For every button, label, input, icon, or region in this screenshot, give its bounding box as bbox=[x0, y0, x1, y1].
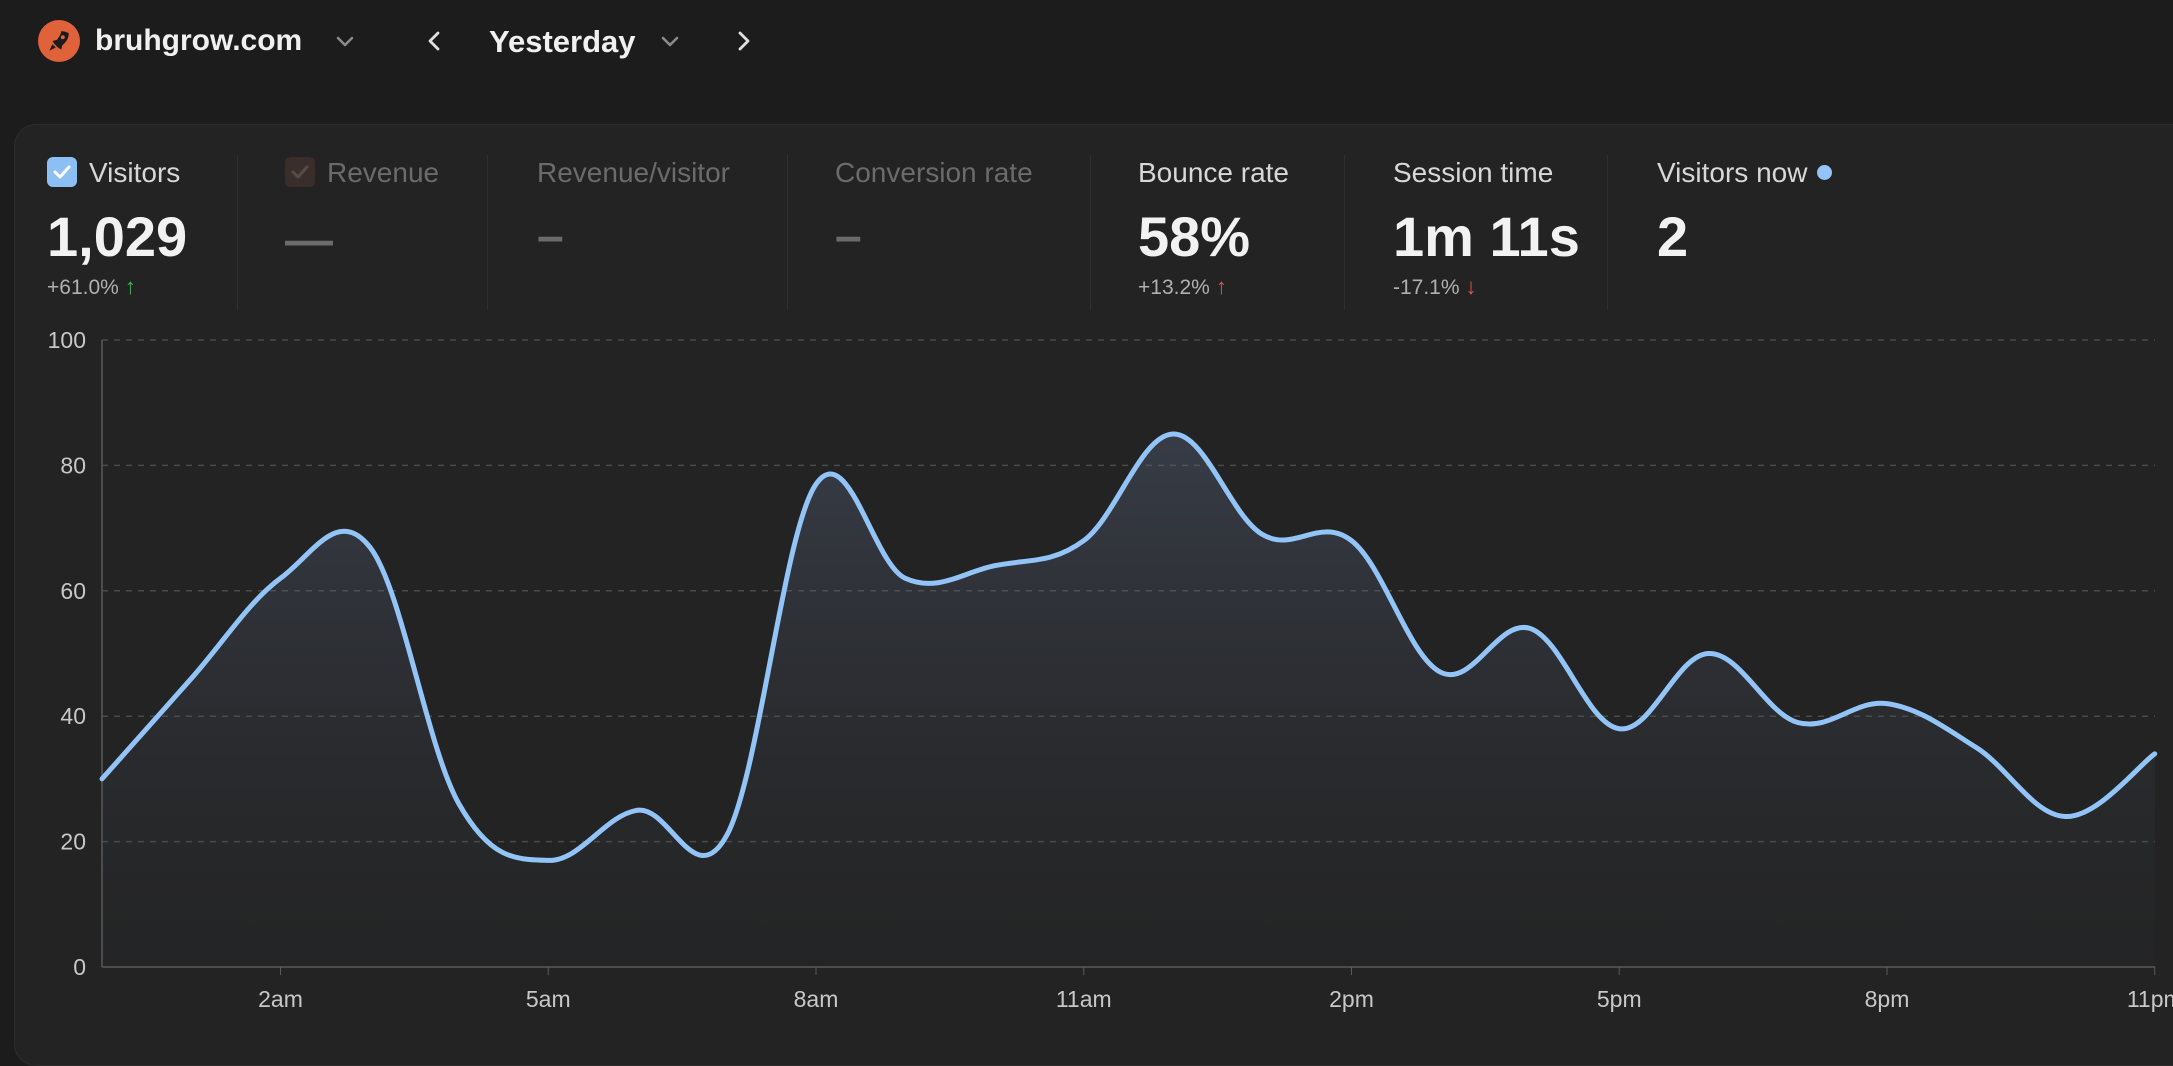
data-point-6pm[interactable] bbox=[1699, 644, 1719, 664]
data-point-12pm[interactable] bbox=[1163, 424, 1183, 444]
data-point-5am[interactable] bbox=[538, 850, 558, 870]
x-tick-label: 8pm bbox=[1865, 986, 1910, 1012]
data-point-11pm[interactable] bbox=[2145, 744, 2165, 764]
x-tick-label: 2pm bbox=[1329, 986, 1374, 1012]
data-point-2pm[interactable] bbox=[1342, 531, 1362, 551]
data-point-3pm[interactable] bbox=[1431, 662, 1451, 682]
y-axis: 0 20 40 60 80 100 bbox=[48, 327, 103, 980]
y-tick-label: 60 bbox=[60, 578, 86, 604]
y-tick-label: 20 bbox=[60, 829, 86, 855]
visitors-chart[interactable]: 0 20 40 60 80 100 2am 5am 8am 11am 2pm 5pm 8pm 11pm bbox=[0, 0, 2173, 1066]
visitors-area bbox=[102, 434, 2155, 968]
data-point-7am[interactable] bbox=[717, 825, 737, 845]
data-point-4pm[interactable] bbox=[1520, 618, 1540, 638]
data-point-3am[interactable] bbox=[360, 537, 380, 557]
data-point-11am[interactable] bbox=[1074, 531, 1094, 551]
y-tick-label: 40 bbox=[60, 703, 86, 729]
data-point-1pm[interactable] bbox=[1252, 524, 1272, 544]
data-point-4am[interactable] bbox=[449, 794, 469, 814]
data-point-2am[interactable] bbox=[271, 568, 291, 588]
data-point-8am[interactable] bbox=[806, 474, 826, 494]
y-tick-label: 0 bbox=[73, 954, 86, 980]
data-point-7pm[interactable] bbox=[1788, 712, 1808, 732]
data-point-5pm[interactable] bbox=[1609, 719, 1629, 739]
data-point-9am[interactable] bbox=[895, 568, 915, 588]
data-point-6am[interactable] bbox=[628, 800, 648, 820]
x-tick-label: 11am bbox=[1056, 986, 1112, 1012]
x-axis: 2am 5am 8am 11am 2pm 5pm 8pm 11pm bbox=[102, 966, 2173, 1012]
data-point-10pm[interactable] bbox=[2056, 807, 2076, 827]
y-tick-label: 80 bbox=[60, 452, 86, 478]
data-point-10am[interactable] bbox=[985, 556, 1005, 576]
x-tick-label: 11pm bbox=[2127, 986, 2173, 1012]
data-point-8pm[interactable] bbox=[1877, 694, 1897, 714]
data-point-9pm[interactable] bbox=[1966, 738, 1986, 758]
data-point-12am[interactable] bbox=[92, 769, 112, 789]
x-tick-label: 2am bbox=[258, 986, 303, 1012]
data-point-1am[interactable] bbox=[181, 669, 201, 689]
y-tick-label: 100 bbox=[48, 327, 86, 353]
x-tick-label: 5am bbox=[526, 986, 571, 1012]
x-tick-label: 5pm bbox=[1597, 986, 1642, 1012]
x-tick-label: 8am bbox=[794, 986, 839, 1012]
